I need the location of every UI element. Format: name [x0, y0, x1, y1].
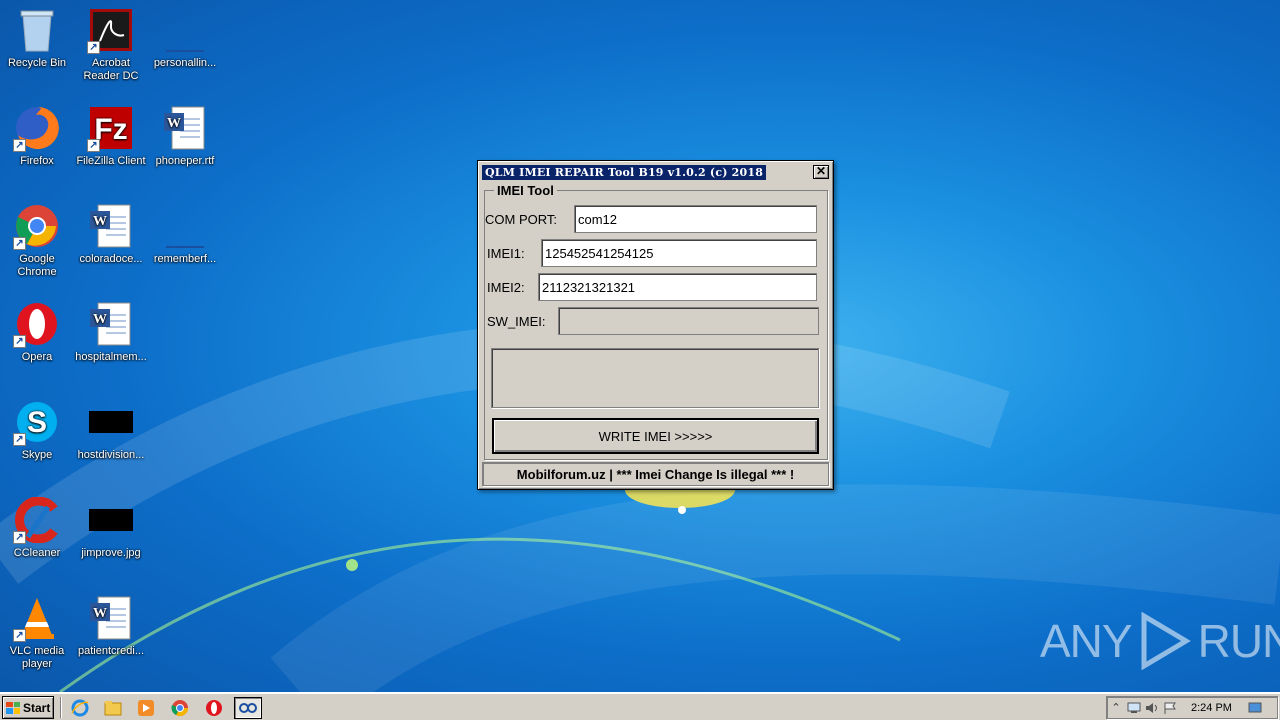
desktop-icon-opera[interactable]: ↗ Opera [0, 300, 74, 364]
desktop-icon-filezilla[interactable]: Fz ↗ FileZilla Client [74, 104, 148, 168]
word-document-icon: W [87, 202, 135, 250]
desktop-icon-hospitalmem[interactable]: W hospitalmem... [74, 300, 148, 364]
shortcut-arrow-icon: ↗ [87, 139, 100, 152]
group-title: IMEI Tool [494, 183, 557, 198]
desktop-icon-personallin[interactable]: personallin... [148, 6, 222, 70]
chrome-icon: ↗ [13, 202, 61, 250]
desktop-icon-ccleaner[interactable]: ↗ CCleaner [0, 496, 74, 560]
desktop-icon-acrobat[interactable]: ↗ Acrobat Reader DC [74, 6, 148, 83]
clock[interactable]: 2:24 PM [1191, 702, 1232, 714]
imei2-field[interactable] [538, 273, 817, 301]
start-button[interactable]: Start [2, 696, 54, 719]
desktop-icon-recycle-bin[interactable]: Recycle Bin [0, 6, 74, 70]
desktop-icon-firefox[interactable]: ↗ Firefox [0, 104, 74, 168]
network-icon[interactable] [1125, 699, 1143, 717]
shortcut-arrow-icon: ↗ [87, 41, 100, 54]
taskbar-separator [60, 697, 62, 718]
log-area [491, 348, 819, 408]
com-port-field[interactable] [574, 205, 817, 233]
blank-file-icon [161, 202, 209, 250]
taskbar: Start ⌃ 2:24 PM [0, 692, 1280, 720]
file-explorer-icon[interactable] [101, 697, 125, 719]
ccleaner-icon: ↗ [13, 496, 61, 544]
recycle-bin-icon [13, 6, 61, 54]
watermark-left-text: ANY [1040, 615, 1133, 667]
acrobat-icon: ↗ [87, 6, 135, 54]
filezilla-icon: Fz ↗ [87, 104, 135, 152]
vlc-icon: ↗ [13, 594, 61, 642]
image-thumbnail-icon [87, 398, 135, 446]
svg-text:W: W [93, 214, 107, 229]
media-player-icon[interactable] [134, 697, 158, 719]
imei-tool-group: IMEI Tool COM PORT: IMEI1: IMEI2: SW_IME… [484, 183, 828, 460]
svg-text:W: W [93, 606, 107, 621]
sw-imei-label: SW_IMEI: [487, 314, 546, 329]
opera-taskbar-icon[interactable] [202, 697, 226, 719]
image-thumbnail-icon [87, 496, 135, 544]
start-label: Start [23, 700, 51, 715]
play-icon [1141, 612, 1191, 670]
windows-logo-icon [6, 701, 20, 714]
imei1-label: IMEI1: [487, 246, 525, 261]
qlm-tool-taskbar-button[interactable] [234, 697, 262, 719]
action-center-flag-icon[interactable] [1161, 699, 1179, 717]
desktop-icon-hostdivision[interactable]: hostdivision... [74, 398, 148, 462]
show-hidden-icons-icon[interactable]: ⌃ [1107, 699, 1125, 717]
chrome-taskbar-icon[interactable] [168, 697, 192, 719]
blank-file-icon [161, 6, 209, 54]
shortcut-arrow-icon: ↗ [13, 433, 26, 446]
opera-icon: ↗ [13, 300, 61, 348]
svg-text:W: W [167, 116, 181, 131]
internet-explorer-icon[interactable] [68, 697, 92, 719]
word-document-icon: W [87, 594, 135, 642]
anyrun-watermark: ANY RUN [1040, 612, 1280, 670]
imei1-field[interactable] [541, 239, 817, 267]
word-document-icon: W [161, 104, 209, 152]
shortcut-arrow-icon: ↗ [13, 139, 26, 152]
firefox-icon: ↗ [13, 104, 61, 152]
svg-text:S: S [27, 406, 47, 439]
shortcut-arrow-icon: ↗ [13, 531, 26, 544]
dialog-titlebar[interactable]: QLM IMEI REPAIR Tool B19 v1.0.2 (c) 2018… [480, 163, 831, 181]
shortcut-arrow-icon: ↗ [13, 335, 26, 348]
shortcut-arrow-icon: ↗ [13, 629, 26, 642]
desktop-icon-coloradoce[interactable]: W coloradoce... [74, 202, 148, 266]
volume-icon[interactable] [1143, 699, 1161, 717]
write-imei-button[interactable]: WRITE IMEI >>>>> [492, 418, 819, 454]
svg-text:W: W [93, 312, 107, 327]
desktop-icon-phoneper[interactable]: W phoneper.rtf [148, 104, 222, 168]
show-desktop-icon[interactable] [1246, 699, 1264, 717]
desktop-icon-patientcredi[interactable]: W patientcredi... [74, 594, 148, 658]
com-port-label: COM PORT: [485, 212, 557, 227]
desktop-icon-jimprove[interactable]: jimprove.jpg [74, 496, 148, 560]
word-document-icon: W [87, 300, 135, 348]
dialog-title: QLM IMEI REPAIR Tool B19 v1.0.2 (c) 2018 [482, 164, 767, 180]
watermark-right-text: RUN [1197, 615, 1280, 667]
shortcut-arrow-icon: ↗ [13, 237, 26, 250]
system-tray: ⌃ 2:24 PM [1106, 696, 1278, 719]
skype-icon: S ↗ [13, 398, 61, 446]
imei-tool-dialog: QLM IMEI REPAIR Tool B19 v1.0.2 (c) 2018… [477, 160, 834, 490]
desktop-icon-vlc[interactable]: ↗ VLC media player [0, 594, 74, 671]
desktop-icon-skype[interactable]: S ↗ Skype [0, 398, 74, 462]
desktop-icon-google-chrome[interactable]: ↗ Google Chrome [0, 202, 74, 279]
desktop-icon-rememberf[interactable]: rememberf... [148, 202, 222, 266]
close-button[interactable]: ✕ [813, 165, 829, 179]
sw-imei-field [558, 307, 819, 335]
imei2-label: IMEI2: [487, 280, 525, 295]
status-bar: Mobilforum.uz | *** Imei Change Is illeg… [482, 462, 829, 486]
